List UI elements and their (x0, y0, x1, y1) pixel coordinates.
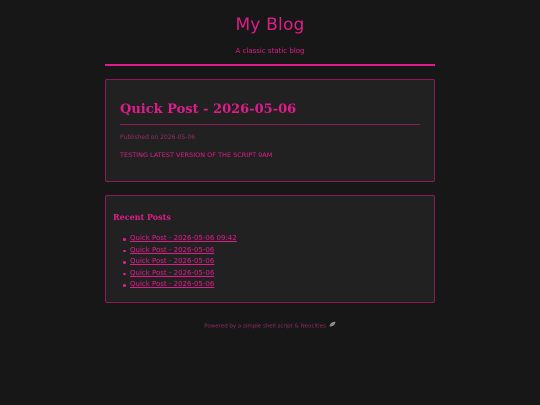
recent-post-link[interactable]: Quick Post - 2026-05-06 (130, 269, 214, 277)
list-item: Quick Post - 2026-05-06 (123, 279, 237, 291)
list-item: Quick Post - 2026-05-06 (123, 245, 237, 257)
footer-text: Powered by a simple shell script & Neoci… (204, 323, 326, 330)
recent-post-link[interactable]: Quick Post - 2026-05-06 (130, 257, 214, 265)
recent-posts-list: Quick Post - 2026-05-06 09:42 Quick Post… (123, 233, 237, 291)
site-tagline: A classic static blog (235, 47, 305, 55)
page: My Blog A classic static blog Quick Post… (0, 0, 540, 405)
site-title[interactable]: My Blog (105, 10, 435, 35)
recent-post-link[interactable]: Quick Post - 2026-05-06 (130, 246, 214, 254)
list-item: Quick Post - 2026-05-06 (123, 268, 237, 280)
site-footer: Powered by a simple shell script & Neoci… (105, 321, 435, 332)
recent-posts-heading: Recent Posts (113, 212, 171, 222)
post-body: TESTING LATEST VERSION OF THE SCRIPT 9AM (120, 151, 273, 159)
post-card: Quick Post - 2026-05-06 Published on 202… (105, 79, 435, 182)
post-title: Quick Post - 2026-05-06 (120, 102, 297, 117)
recent-post-link[interactable]: Quick Post - 2026-05-06 (130, 280, 214, 288)
recent-post-link[interactable]: Quick Post - 2026-05-06 09:42 (130, 234, 237, 242)
site-header: My Blog A classic static blog (105, 10, 435, 66)
neocities-leaf-icon (329, 321, 336, 331)
post-date: Published on 2026-05-06 (120, 134, 196, 141)
list-item: Quick Post - 2026-05-06 09:42 (123, 233, 237, 245)
recent-posts-card: Recent Posts Quick Post - 2026-05-06 09:… (105, 195, 435, 303)
post-title-divider (120, 124, 420, 125)
list-item: Quick Post - 2026-05-06 (123, 256, 237, 268)
